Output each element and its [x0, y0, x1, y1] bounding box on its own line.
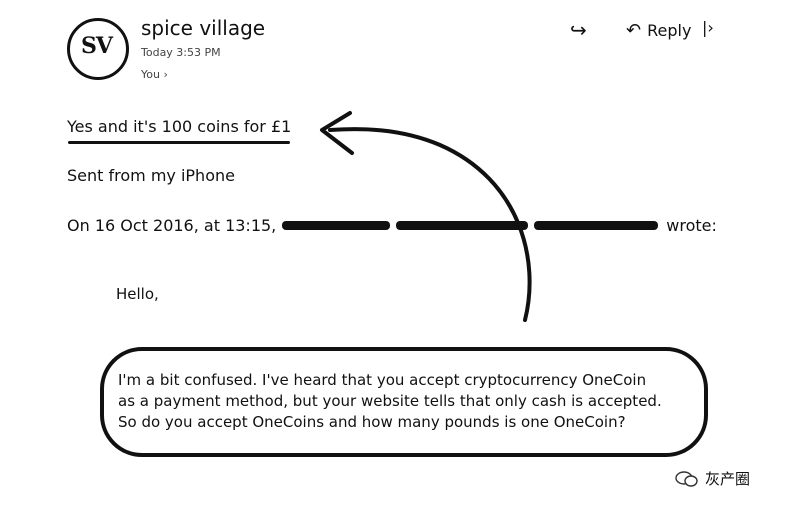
reply-more-icon[interactable]: |› — [702, 18, 714, 37]
forward-button[interactable]: ↪︎ — [570, 18, 587, 42]
watermark-text: 灰产圈 — [705, 470, 751, 488]
redaction-bar — [396, 221, 529, 230]
reply-label: Reply — [647, 21, 692, 40]
watermark: 灰产圈 — [675, 468, 750, 489]
forward-icon: ↪︎ — [570, 18, 587, 42]
signature-text: Sent from my iPhone — [67, 166, 235, 185]
quote-intro: On 16 Oct 2016, at 13:15, wrote: — [67, 216, 717, 235]
quoted-message: I'm a bit confused. I've heard that you … — [118, 370, 703, 433]
recipient-label: You › — [141, 68, 168, 81]
reply-text: Yes and it's 100 coins for £1 — [67, 117, 292, 136]
reply-icon: ↶ — [626, 20, 642, 41]
highlight-underline — [68, 141, 290, 144]
quoted-line: as a payment method, but your website te… — [118, 392, 662, 410]
quoted-line: So do you accept OneCoins and how many p… — [118, 413, 626, 431]
wechat-icon — [675, 470, 698, 487]
avatar-initials: SV — [81, 33, 113, 59]
message-timestamp: Today 3:53 PM — [141, 46, 221, 59]
redaction-bar — [282, 221, 391, 230]
recipient-name: You — [141, 68, 160, 81]
redaction-bar — [534, 221, 659, 230]
reply-button[interactable]: ↶ Reply — [626, 20, 691, 41]
greeting-text: Hello, — [116, 285, 159, 303]
quoted-line: I'm a bit confused. I've heard that you … — [118, 371, 647, 389]
quote-intro-prefix: On 16 Oct 2016, at 13:15, — [67, 216, 277, 235]
sender-name: spice village — [141, 16, 266, 40]
quote-intro-suffix: wrote: — [666, 216, 717, 235]
